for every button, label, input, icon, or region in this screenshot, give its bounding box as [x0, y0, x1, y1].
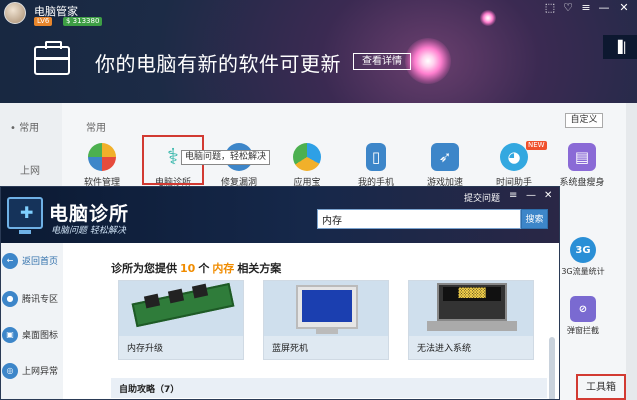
side-panel-toggle-icon[interactable]: ▐| [603, 35, 637, 59]
nav-item-desktop-icons[interactable]: ▣ 桌面图标 [1, 323, 63, 349]
result-summary: 诊所为您提供 10 个内存 相关方案 [111, 262, 282, 275]
new-badge: NEW [526, 141, 547, 150]
menu-icon[interactable]: ≡ [509, 190, 517, 201]
close-icon[interactable]: ✕ [544, 190, 552, 201]
avatar[interactable] [4, 2, 26, 24]
back-arrow-icon: ← [2, 253, 18, 269]
game-boost-icon: ➶ [431, 143, 459, 171]
disk-slim-icon: ▤ [568, 143, 596, 171]
time-assistant-icon: ◕ [500, 143, 528, 171]
mini-mode-icon[interactable]: ⬚ [542, 1, 558, 15]
clinic-results: 诊所为您提供 10 个内存 相关方案 内存升级 蓝屏死机 ▓▓▓▓▓ 无法进入系… [63, 243, 559, 399]
nav-item-home[interactable]: ← 返回首页 [1, 249, 63, 275]
briefcase-icon [34, 41, 70, 75]
tool-popup-block[interactable]: ⊘ 弹窗拦截 [559, 296, 607, 336]
decorative-flower [480, 10, 496, 26]
phone-icon: ▯ [366, 143, 386, 171]
app-disk-slim[interactable]: ▤ 系统盘瘦身 [552, 143, 612, 188]
app-my-phone[interactable]: ▯ 我的手机 [346, 143, 406, 188]
desktop-icon: ▣ [2, 327, 18, 343]
solution-card[interactable]: 内存升级 [118, 280, 244, 360]
nav-item-tencent[interactable]: ● 腾讯专区 [1, 287, 63, 313]
submit-question-link[interactable]: 提交问题 [464, 191, 500, 204]
menu-icon[interactable]: ≡ [578, 1, 594, 15]
view-details-button[interactable]: 查看详情 [353, 53, 411, 70]
solution-card[interactable]: 蓝屏死机 [263, 280, 389, 360]
memory-module-image [119, 281, 243, 336]
section-title: 常用 [86, 123, 106, 134]
scrollbar[interactable] [549, 337, 555, 399]
nav-item-network-issue[interactable]: ◎ 上网异常 [1, 359, 63, 385]
clinic-header: ✚ 电脑诊所 电脑问题 轻松解决 提交问题 ≡ — ✕ 搜索 [1, 187, 559, 243]
toolbox-button[interactable]: 工具箱 [576, 374, 626, 400]
solution-card[interactable]: ▓▓▓▓▓ 无法进入系统 [408, 280, 534, 360]
block-icon: ⊘ [570, 296, 596, 322]
app-software-manager[interactable]: 软件管理 [72, 143, 132, 188]
minimize-icon[interactable]: — [526, 190, 536, 201]
nav-item-common[interactable]: • 常用 [10, 119, 39, 134]
nav-item-web[interactable]: 上网 [20, 162, 40, 177]
app-game-boost[interactable]: ➶ 游戏加速 [415, 143, 475, 188]
guide-label: 自助攻略（7） [119, 385, 180, 395]
result-count: 10 [180, 262, 196, 275]
search-input[interactable] [317, 209, 521, 229]
software-manager-icon [88, 143, 116, 171]
customize-button[interactable]: 自定义 [565, 113, 603, 128]
pc-clinic-window: ✚ 电脑诊所 电脑问题 轻松解决 提交问题 ≡ — ✕ 搜索 ← 返回首页 ● … [0, 186, 560, 400]
tencent-icon: ● [2, 291, 18, 307]
skin-icon[interactable]: ♡ [560, 1, 576, 15]
app-store-icon [293, 143, 321, 171]
result-keyword: 内存 [212, 262, 235, 275]
coins-badge: $ 313380 [63, 17, 103, 26]
right-scroll-strip [626, 103, 637, 400]
stethoscope-icon: ✚ [20, 203, 34, 222]
tool-3g-traffic[interactable]: 3G 3G流量统计 [559, 237, 607, 277]
clinic-sidebar: ← 返回首页 ● 腾讯专区 ▣ 桌面图标 ◎ 上网异常 [1, 243, 63, 399]
decorative-flower [405, 38, 451, 84]
bsod-monitor-image [264, 281, 388, 336]
network-icon: ◎ [2, 363, 18, 379]
level-badge: LV6 [34, 17, 53, 26]
self-help-guide-section[interactable]: 自助攻略（7） [111, 378, 547, 398]
3g-icon: 3G [570, 237, 596, 263]
update-banner: 你的电脑有新的软件可更新 [95, 52, 341, 76]
app-app-store[interactable]: 应用宝 [277, 143, 337, 188]
search-button[interactable]: 搜索 [521, 209, 548, 229]
clinic-title: 电脑诊所 [49, 203, 130, 225]
clinic-slogan: 电脑问题 轻松解决 [51, 226, 126, 236]
close-icon[interactable]: ✕ [616, 1, 632, 15]
monitor-logo-icon: ✚ [7, 197, 43, 234]
tooltip: 电脑问题，轻松解决 [181, 150, 271, 165]
laptop-warning-image: ▓▓▓▓▓ [409, 281, 533, 336]
minimize-icon[interactable]: — [596, 1, 612, 15]
